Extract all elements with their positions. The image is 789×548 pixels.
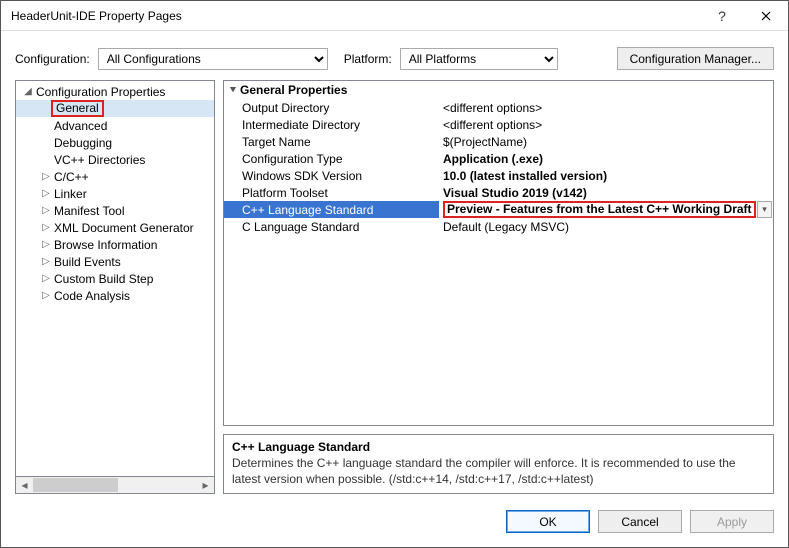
property-value: $(ProjectName) — [443, 135, 527, 149]
property-row-cpp-language-standard[interactable]: C++ Language Standard Preview - Features… — [224, 201, 773, 218]
property-name: Target Name — [224, 133, 439, 150]
configuration-label: Configuration: — [15, 52, 90, 66]
property-value: Default (Legacy MSVC) — [443, 220, 569, 234]
property-name: C Language Standard — [224, 218, 439, 235]
tree-root-label: Configuration Properties — [34, 85, 167, 99]
property-row-configuration-type[interactable]: Configuration Type Application (.exe) — [224, 150, 773, 167]
tree-item-label: General — [51, 100, 104, 117]
expand-icon: ▷ — [40, 290, 52, 301]
tree-item-label: Build Events — [52, 255, 123, 269]
window-title: HeaderUnit-IDE Property Pages — [11, 9, 700, 23]
tree-item-xml-doc-gen[interactable]: ▷ XML Document Generator — [16, 219, 214, 236]
titlebar: HeaderUnit-IDE Property Pages ? — [1, 1, 788, 31]
platform-select[interactable]: All Platforms — [400, 48, 558, 70]
property-row-windows-sdk[interactable]: Windows SDK Version 10.0 (latest install… — [224, 167, 773, 184]
scroll-left-icon[interactable]: ◂ — [16, 477, 33, 493]
property-name: Intermediate Directory — [224, 116, 439, 133]
expand-icon: ▷ — [40, 171, 52, 182]
tree-item-manifest-tool[interactable]: ▷ Manifest Tool — [16, 202, 214, 219]
description-title: C++ Language Standard — [232, 439, 765, 455]
tree-item-label: VC++ Directories — [52, 153, 147, 167]
apply-button[interactable]: Apply — [690, 510, 774, 533]
scroll-right-icon[interactable]: ▸ — [197, 477, 214, 493]
property-value: 10.0 (latest installed version) — [443, 169, 607, 183]
configuration-manager-button[interactable]: Configuration Manager... — [617, 47, 774, 70]
tree-item-linker[interactable]: ▷ Linker — [16, 185, 214, 202]
property-value: <different options> — [443, 118, 542, 132]
close-button[interactable] — [744, 1, 788, 31]
tree-item-c-cpp[interactable]: ▷ C/C++ — [16, 168, 214, 185]
property-name: Platform Toolset — [224, 184, 439, 201]
expand-icon: ▷ — [40, 239, 52, 250]
tree-item-custom-build-step[interactable]: ▷ Custom Build Step — [16, 270, 214, 287]
cancel-button[interactable]: Cancel — [598, 510, 682, 533]
property-value: Preview - Features from the Latest C++ W… — [443, 201, 756, 218]
chevron-down-icon: ▾ — [762, 204, 767, 215]
property-row-platform-toolset[interactable]: Platform Toolset Visual Studio 2019 (v14… — [224, 184, 773, 201]
property-name: Configuration Type — [224, 150, 439, 167]
tree-item-label: XML Document Generator — [52, 221, 196, 235]
property-value: <different options> — [443, 101, 542, 115]
scroll-track[interactable] — [33, 477, 197, 493]
property-name: Windows SDK Version — [224, 167, 439, 184]
tree-item-label: Code Analysis — [52, 289, 132, 303]
help-button[interactable]: ? — [700, 1, 744, 31]
tree-item-general[interactable]: General — [16, 100, 214, 117]
category-tree[interactable]: ◢ Configuration Properties General Advan… — [15, 80, 215, 477]
tree-item-label: Browse Information — [52, 238, 159, 252]
collapse-icon: ⯆ — [226, 85, 240, 96]
ok-button[interactable]: OK — [506, 510, 590, 533]
expand-icon: ▷ — [40, 205, 52, 216]
tree-item-vc-directories[interactable]: VC++ Directories — [16, 151, 214, 168]
tree-item-advanced[interactable]: Advanced — [16, 117, 214, 134]
close-icon — [761, 11, 771, 21]
tree-item-label: Manifest Tool — [52, 204, 126, 218]
tree-item-build-events[interactable]: ▷ Build Events — [16, 253, 214, 270]
description-body: Determines the C++ language standard the… — [232, 455, 765, 487]
expand-icon: ▷ — [40, 188, 52, 199]
scroll-thumb[interactable] — [33, 478, 118, 492]
property-group-title: General Properties — [240, 83, 347, 97]
property-value: Visual Studio 2019 (v142) — [443, 186, 587, 200]
tree-item-label: Advanced — [52, 119, 109, 133]
config-toolbar: Configuration: All Configurations Platfo… — [1, 31, 788, 80]
property-row-target-name[interactable]: Target Name $(ProjectName) — [224, 133, 773, 150]
property-name: Output Directory — [224, 99, 439, 116]
tree-root-configuration-properties[interactable]: ◢ Configuration Properties — [16, 83, 214, 100]
expand-icon: ▷ — [40, 222, 52, 233]
tree-item-debugging[interactable]: Debugging — [16, 134, 214, 151]
expand-icon: ▷ — [40, 273, 52, 284]
tree-horizontal-scrollbar[interactable]: ◂ ▸ — [15, 477, 215, 494]
property-grid: ⯆ General Properties Output Directory <d… — [223, 80, 774, 426]
tree-item-code-analysis[interactable]: ▷ Code Analysis — [16, 287, 214, 304]
property-row-output-directory[interactable]: Output Directory <different options> — [224, 99, 773, 116]
property-row-intermediate-directory[interactable]: Intermediate Directory <different option… — [224, 116, 773, 133]
description-pane: C++ Language Standard Determines the C++… — [223, 434, 774, 494]
tree-item-label: Custom Build Step — [52, 272, 155, 286]
property-group-header[interactable]: ⯆ General Properties — [224, 81, 773, 99]
platform-label: Platform: — [344, 52, 392, 66]
property-row-c-language-standard[interactable]: C Language Standard Default (Legacy MSVC… — [224, 218, 773, 235]
tree-item-label: Linker — [52, 187, 89, 201]
tree-item-browse-info[interactable]: ▷ Browse Information — [16, 236, 214, 253]
tree-item-label: C/C++ — [52, 170, 91, 184]
collapse-icon: ◢ — [22, 86, 34, 97]
property-name: C++ Language Standard — [224, 201, 439, 218]
dropdown-button[interactable]: ▾ — [757, 201, 772, 218]
tree-item-label: Debugging — [52, 136, 114, 150]
dialog-footer: OK Cancel Apply — [1, 500, 788, 547]
property-value: Application (.exe) — [443, 152, 543, 166]
expand-icon: ▷ — [40, 256, 52, 267]
configuration-select[interactable]: All Configurations — [98, 48, 328, 70]
